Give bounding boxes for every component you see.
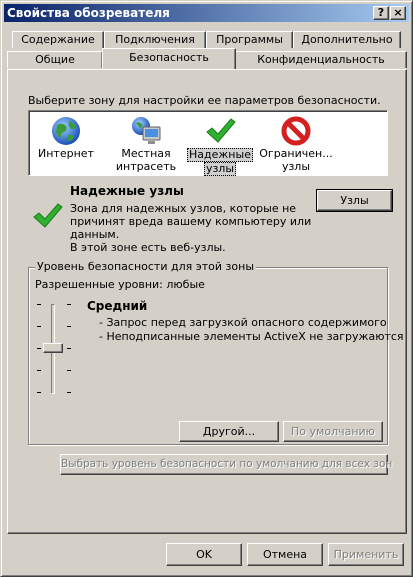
cancel-button[interactable]: Отмена — [247, 543, 323, 566]
tab-general[interactable]: Общие — [7, 51, 103, 68]
zone-info-title: Надежные узлы — [70, 184, 184, 198]
zone-info-description: Зона для надежных узлов, которые не прич… — [70, 202, 311, 254]
trusted-zone-checkmark-icon — [33, 203, 63, 228]
reset-all-zones-button[interactable]: Выбрать уровень безопасности по умолчани… — [60, 454, 392, 475]
zone-trusted-sites[interactable]: Надежные узлы — [183, 115, 257, 176]
security-tab-panel: Выберите зону для настройки ее параметро… — [7, 69, 407, 534]
zone-internet[interactable]: Интернет — [29, 115, 103, 160]
slider-tick — [67, 392, 71, 393]
default-level-button[interactable]: По умолчанию — [283, 421, 383, 442]
zone-restricted-label-2: узлы — [281, 160, 311, 173]
ok-button-label: OK — [196, 548, 212, 561]
restricted-icon — [281, 116, 311, 146]
custom-level-label: Другой... — [202, 425, 256, 438]
slider-tick — [67, 348, 71, 349]
zone-local-intranet[interactable]: Местная интрасеть — [109, 115, 183, 173]
level-bullet-1: - Запрос перед загрузкой опасного содерж… — [99, 316, 387, 329]
sites-button-label: Узлы — [340, 194, 369, 207]
tab-content[interactable]: Содержание — [12, 31, 104, 48]
zone-intranet-label-1: Местная — [121, 147, 171, 160]
internet-options-window: Свойства обозревателя ? × Содержание Под… — [0, 0, 413, 577]
slider-tick — [37, 370, 41, 371]
intranet-icon — [132, 117, 161, 144]
globe-icon — [52, 117, 80, 145]
help-button[interactable]: ? — [373, 6, 389, 20]
tab-security[interactable]: Безопасность — [102, 48, 236, 69]
window-title: Свойства обозревателя — [7, 6, 170, 20]
reset-all-zones-label: Выбрать уровень безопасности по умолчани… — [61, 458, 393, 470]
cancel-button-label: Отмена — [262, 548, 308, 561]
slider-tick — [37, 392, 41, 393]
zone-info-desc-line1: Зона для надежных узлов, которые не — [70, 202, 297, 215]
sites-button[interactable]: Узлы — [316, 189, 393, 212]
zone-restricted-sites[interactable]: Ограничен... узлы — [259, 115, 333, 173]
ok-button[interactable]: OK — [166, 543, 242, 566]
zone-trusted-label-1: Надежные — [187, 148, 253, 162]
security-level-group: Уровень безопасности для этой зоны Разре… — [28, 260, 404, 445]
zone-info-desc-line2: причинят вреда вашему компьютеру или — [70, 215, 312, 228]
slider-tick — [67, 304, 71, 305]
title-bar[interactable]: Свойства обозревателя ? × — [4, 4, 409, 22]
slider-tick — [37, 304, 41, 305]
tab-connections[interactable]: Подключения — [104, 31, 206, 48]
apply-button-label: Применить — [333, 548, 399, 561]
zone-list[interactable]: Интернет Местная интрасеть Надежные узлы… — [28, 110, 388, 176]
zone-prompt: Выберите зону для настройки ее параметро… — [28, 94, 381, 107]
slider-thumb[interactable] — [43, 343, 63, 353]
slider-tick — [37, 348, 41, 349]
slider-tick — [67, 370, 71, 371]
default-level-label: По умолчанию — [291, 425, 375, 438]
security-level-name: Средний — [87, 299, 148, 313]
checkmark-icon — [206, 118, 236, 143]
close-button[interactable]: × — [390, 6, 406, 20]
custom-level-button[interactable]: Другой... — [179, 421, 279, 442]
tab-programs[interactable]: Программы — [206, 31, 293, 48]
level-bullet-2: - Неподписанные элементы ActiveX не загр… — [99, 330, 404, 343]
zone-info-desc-line3: данным. — [70, 228, 120, 241]
tab-advanced[interactable]: Дополнительно — [293, 31, 401, 48]
slider-tick — [37, 326, 41, 327]
apply-button[interactable]: Применить — [328, 543, 404, 566]
zone-intranet-label-2: интрасеть — [115, 160, 177, 173]
tab-privacy[interactable]: Конфиденциальность — [235, 51, 407, 68]
zone-restricted-label-1: Ограничен... — [259, 147, 333, 160]
zone-trusted-label-2: узлы — [203, 162, 237, 176]
security-level-slider[interactable] — [29, 268, 79, 408]
zone-info-desc-line4: В этой зоне есть веб-узлы. — [70, 241, 226, 254]
slider-tick — [67, 326, 71, 327]
zone-internet-label: Интернет — [38, 147, 94, 160]
